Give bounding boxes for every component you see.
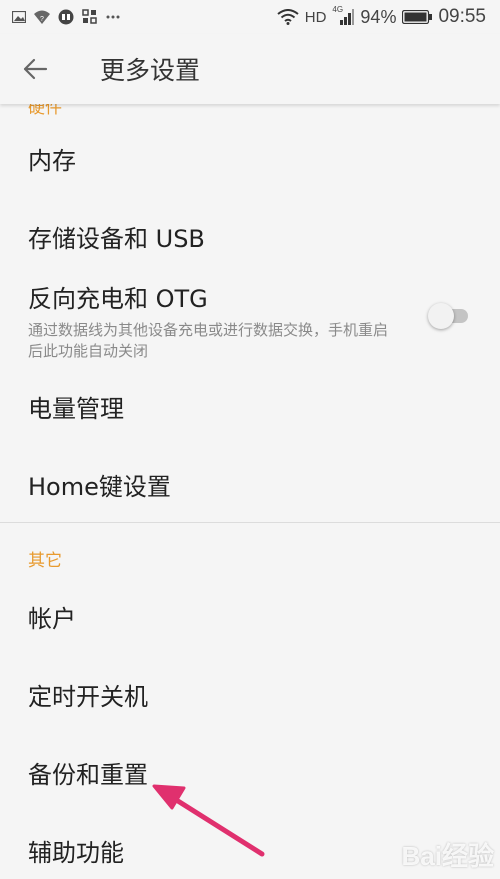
settings-item-power-management[interactable]: 电量管理 — [0, 370, 500, 442]
settings-item-subtitle: 通过数据线为其他设备充电或进行数据交换，手机重启后此功能自动关闭 — [28, 320, 389, 360]
svg-text:?: ? — [40, 16, 44, 23]
page-title: 更多设置 — [100, 56, 201, 85]
app-bar: 更多设置 — [0, 34, 500, 104]
watermark-logo: Bai经验 — [401, 841, 494, 871]
battery-icon — [402, 10, 433, 24]
battery-percent: 94% — [360, 6, 397, 27]
settings-item-label: 内存 — [28, 146, 76, 175]
status-bar: ? HD 4G 94% 09:55 — [0, 0, 500, 34]
settings-item-home-key[interactable]: Home键设置 — [0, 448, 500, 520]
section-header-other: 其它 — [28, 551, 62, 571]
network-hd-label: HD — [304, 8, 327, 26]
back-button[interactable] — [0, 34, 70, 104]
settings-item-scheduled-power[interactable]: 定时开关机 — [0, 658, 500, 730]
settings-item-label: 辅助功能 — [28, 838, 124, 867]
arrow-left-icon — [23, 58, 48, 80]
section-divider — [0, 522, 500, 523]
settings-item-storage-usb[interactable]: 存储设备和 USB — [0, 200, 500, 272]
settings-item-reverse-charging-otg[interactable]: 反向充电和 OTG 通过数据线为其他设备充电或进行数据交换，手机重启后此功能自动… — [0, 276, 500, 364]
status-bar-left: ? — [12, 9, 120, 25]
status-bar-right: HD 4G 94% 09:55 — [277, 5, 486, 28]
settings-item-label: 定时开关机 — [28, 682, 148, 711]
clock: 09:55 — [438, 6, 486, 27]
otg-toggle-switch[interactable] — [428, 303, 470, 329]
toggle-thumb — [428, 303, 454, 329]
wifi-icon — [277, 9, 299, 25]
gallery-notification-icon — [12, 11, 26, 23]
settings-item-label: 存储设备和 USB — [28, 224, 205, 253]
cellular-signal-icon: 4G — [332, 5, 355, 25]
settings-item-label: 备份和重置 — [28, 760, 148, 789]
section-header-hardware: 硬件 — [28, 104, 62, 118]
settings-item-accounts[interactable]: 帐户 — [0, 580, 500, 652]
signal-type-label: 4G — [332, 5, 344, 14]
wifi-question-icon: ? — [34, 10, 50, 24]
settings-item-memory[interactable]: 内存 — [0, 122, 500, 194]
grid-apps-icon — [82, 9, 98, 25]
settings-item-backup-reset[interactable]: 备份和重置 — [0, 736, 500, 808]
settings-item-label: 帐户 — [28, 604, 76, 633]
more-notifications-icon — [106, 15, 120, 19]
settings-item-label: Home键设置 — [28, 472, 171, 501]
app-notification-icon — [58, 9, 74, 25]
settings-item-label: 反向充电和 OTG — [28, 284, 208, 313]
settings-list[interactable]: 硬件 内存 存储设备和 USB 反向充电和 OTG 通过数据线为其他设备充电或进… — [0, 104, 500, 879]
settings-item-label: 电量管理 — [28, 394, 124, 423]
